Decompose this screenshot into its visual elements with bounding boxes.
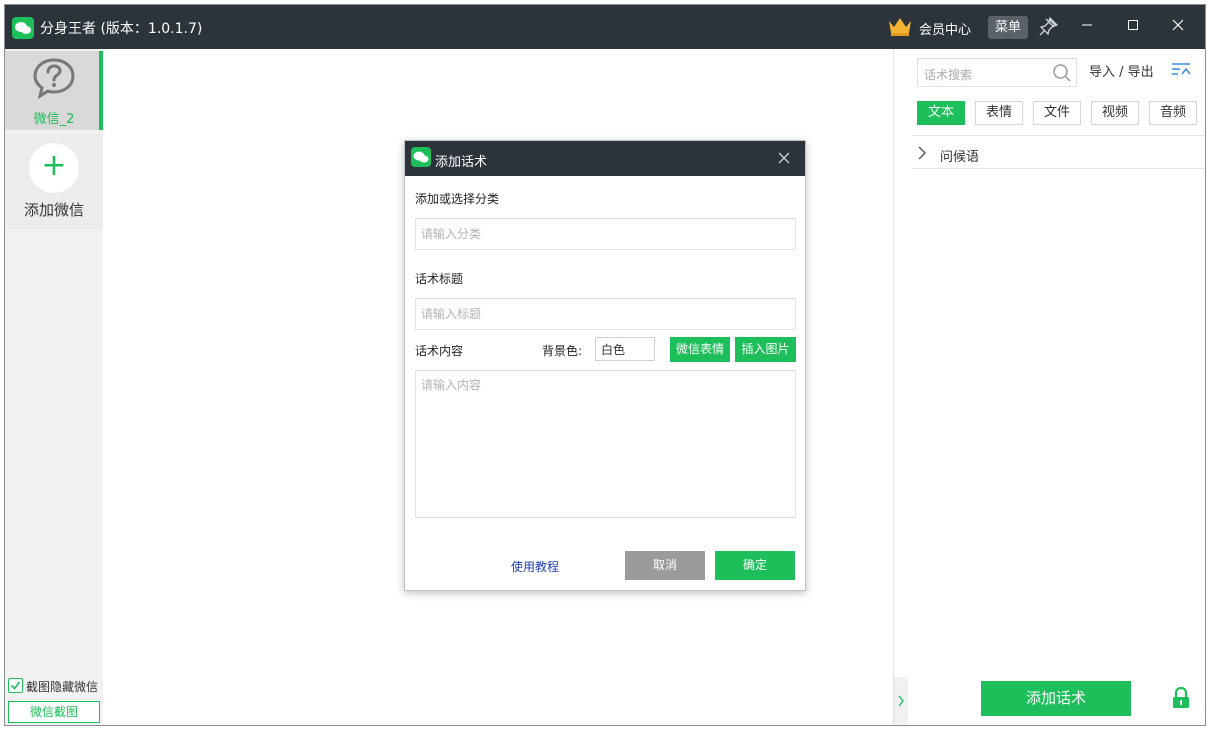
category-label: 添加或选择分类	[415, 192, 500, 206]
dialog-close-icon[interactable]	[775, 149, 793, 167]
account-label: 微信_2	[33, 112, 75, 127]
plus-icon: +	[29, 143, 79, 193]
hide-screenshot-checkbox[interactable]	[8, 678, 23, 693]
divider	[912, 135, 1205, 136]
script-panel: 话术搜索 导入 / 导出 文本 表情 文件 视频 音频 问候语 添加话术	[893, 49, 1205, 725]
dialog-header: 添加话术	[405, 141, 805, 176]
chevron-right-icon	[898, 695, 904, 707]
active-indicator	[99, 51, 103, 130]
app-logo-icon	[411, 147, 431, 167]
menu-button[interactable]: 菜单	[988, 16, 1028, 39]
title-input[interactable]	[415, 298, 796, 330]
wechat-screenshot-button[interactable]: 微信截图	[8, 701, 100, 723]
tab-video[interactable]: 视频	[1091, 101, 1139, 125]
script-group-greetings[interactable]: 问候语	[912, 137, 1205, 169]
tab-text[interactable]: 文本	[917, 101, 965, 125]
member-center-link[interactable]: 会员中心	[919, 19, 971, 38]
crown-icon[interactable]	[887, 15, 913, 41]
question-chat-icon	[31, 56, 77, 106]
hide-screenshot-label: 截图隐藏微信	[26, 680, 99, 694]
minimize-button[interactable]	[1076, 13, 1098, 37]
panel-expand-handle[interactable]	[894, 677, 908, 725]
add-script-dialog: 添加话术 添加或选择分类 话术标题 话术内容 背景色: 微信表情 插入图片 使用…	[404, 140, 806, 591]
dialog-title: 添加话术	[435, 155, 488, 170]
tab-file[interactable]: 文件	[1033, 101, 1081, 125]
search-input[interactable]: 话术搜索	[924, 66, 972, 83]
bg-color-input[interactable]	[595, 337, 655, 361]
content-textarea[interactable]	[415, 370, 796, 518]
pin-icon[interactable]	[1038, 15, 1060, 41]
wechat-emoji-button[interactable]: 微信表情	[670, 337, 730, 362]
confirm-button[interactable]: 确定	[715, 551, 795, 580]
bg-color-label: 背景色:	[542, 344, 583, 358]
tutorial-link[interactable]: 使用教程	[511, 558, 559, 575]
content-label: 话术内容	[415, 344, 464, 358]
sort-icon[interactable]	[1170, 61, 1192, 81]
script-search-box[interactable]: 话术搜索	[917, 58, 1077, 87]
title-bar: 分身王者 (版本：1.0.1.7) 会员中心 菜单	[5, 5, 1205, 49]
app-title: 分身王者 (版本：1.0.1.7)	[40, 21, 203, 37]
import-export-link[interactable]: 导入 / 导出	[1089, 61, 1154, 80]
chevron-right-icon[interactable]	[916, 145, 928, 165]
search-icon[interactable]	[1052, 63, 1072, 87]
add-script-button[interactable]: 添加话术	[981, 681, 1131, 716]
tab-audio[interactable]: 音频	[1149, 101, 1197, 125]
category-input[interactable]	[415, 218, 796, 250]
add-wechat-label: 添加微信	[23, 201, 84, 219]
title-label: 话术标题	[415, 272, 464, 286]
sidebar-item-wechat-2[interactable]: 微信_2	[5, 51, 103, 130]
group-label: 问候语	[940, 150, 980, 165]
account-sidebar: 微信_2 + 添加微信 截图隐藏微信 微信截图	[5, 49, 103, 725]
app-logo-icon	[12, 17, 34, 39]
close-window-button[interactable]	[1167, 13, 1189, 37]
tab-emoji[interactable]: 表情	[975, 101, 1023, 125]
cancel-button[interactable]: 取消	[625, 551, 705, 580]
add-wechat-button[interactable]: + 添加微信	[5, 133, 103, 229]
insert-image-button[interactable]: 插入图片	[735, 337, 796, 362]
maximize-button[interactable]	[1122, 13, 1144, 37]
lock-icon[interactable]	[1172, 686, 1190, 713]
